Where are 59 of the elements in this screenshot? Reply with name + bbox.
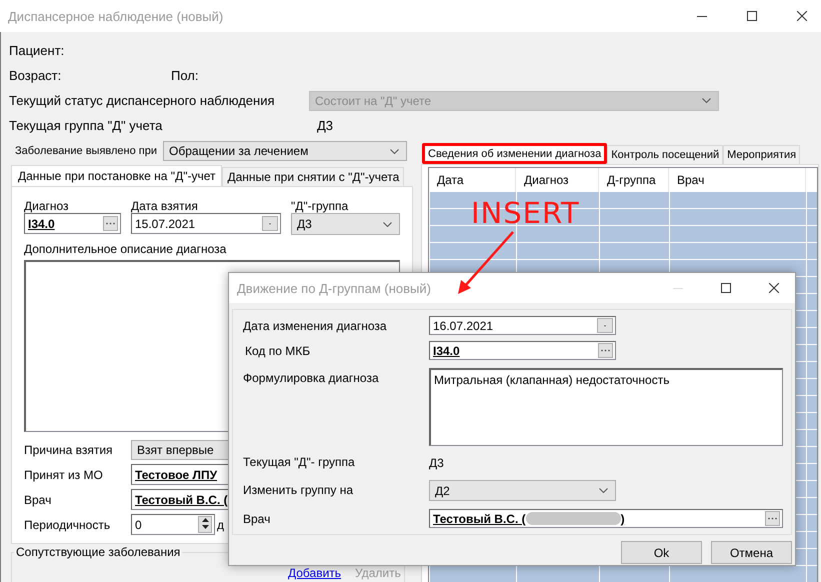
dialog-button[interactable]: Отмена	[711, 541, 792, 564]
diagnosis-textarea[interactable]: Митральная (клапанная) недостаточность	[429, 368, 783, 446]
unit-label: д	[217, 518, 224, 532]
field-label: Текущая "Д"- группа	[243, 454, 356, 469]
field-label: Дата взятия	[131, 198, 199, 213]
field-label: Врач	[243, 511, 272, 526]
up-down-icon	[202, 518, 208, 529]
date-field[interactable]: 15.07.2021	[131, 213, 281, 234]
group-value: Д3	[317, 118, 334, 133]
field-label: Изменить группу на	[243, 482, 354, 497]
maximize-icon[interactable]	[721, 283, 731, 293]
tab[interactable]: Контроль посещений	[607, 145, 724, 164]
diagnosis-field[interactable]: I34.0	[24, 213, 121, 234]
tab[interactable]: Данные при постановке на "Д"-учет	[11, 165, 222, 186]
group-title: Сопутствующие заболевания	[14, 545, 182, 559]
chevron-down-icon	[702, 98, 711, 103]
group-dropdown[interactable]: Д3	[291, 213, 400, 235]
field-label: Возраст:	[9, 68, 62, 83]
code-field[interactable]: I34.0	[429, 341, 616, 360]
ellipsis-icon	[601, 349, 610, 352]
chevron-down-icon	[599, 488, 608, 493]
chevron-down-icon	[390, 148, 399, 154]
detection-dropdown[interactable]: Обращении за лечением	[163, 141, 407, 161]
field-label: "Д"-группа	[291, 198, 350, 213]
spinner-button[interactable]	[198, 516, 212, 533]
field-label: Код по МКБ	[244, 343, 312, 358]
ellipsis-icon	[106, 222, 115, 225]
field-label: Дополнительное описание диагноза	[24, 242, 228, 256]
field-label: Пациент:	[9, 43, 64, 58]
tab[interactable]: Данные при снятии с "Д"-учета	[222, 167, 404, 186]
field-label: Врач	[24, 492, 52, 506]
field-label: Принят из МО	[24, 468, 104, 482]
maximize-icon[interactable]	[747, 11, 757, 21]
window-title: Диспансерное наблюдение (новый)	[8, 8, 224, 24]
field-label: Диагноз	[24, 198, 70, 213]
dialog-button[interactable]: Ok	[621, 541, 702, 564]
ellipsis-icon	[768, 517, 777, 520]
dialog-title: Движение по Д-группам (новый)	[237, 280, 431, 296]
group-value: Д3	[429, 455, 445, 470]
tab[interactable]: Мероприятия	[723, 145, 800, 164]
field-label: Дата изменения диагноза	[243, 318, 388, 333]
period-field[interactable]: 0	[131, 514, 215, 535]
tab[interactable]: Сведения об изменении диагноза	[422, 143, 608, 164]
close-icon[interactable]	[797, 11, 807, 21]
annotation-label: INSERT	[471, 196, 580, 230]
chevron-down-icon	[383, 222, 392, 226]
field-label: Причина взятия	[24, 443, 114, 457]
doctor-field[interactable]: Тестовый В.С. ( )	[429, 509, 783, 528]
date-field[interactable]: 16.07.2021	[429, 316, 616, 335]
field-label: Пол:	[171, 68, 198, 83]
arrow	[457, 231, 515, 295]
field-label: Текущая группа "Д" учета	[9, 118, 164, 133]
close-icon[interactable]	[769, 283, 779, 293]
group-dropdown[interactable]: Д2	[429, 480, 616, 501]
add-link[interactable]: Добавить	[288, 566, 342, 580]
field-label: Заболевание выявлено при	[14, 145, 158, 157]
field-label: Периодичность	[24, 518, 112, 532]
field-label: Текущий статус диспансерного наблюдения	[9, 93, 276, 108]
field-label: Формулировка диагноза	[243, 370, 380, 385]
